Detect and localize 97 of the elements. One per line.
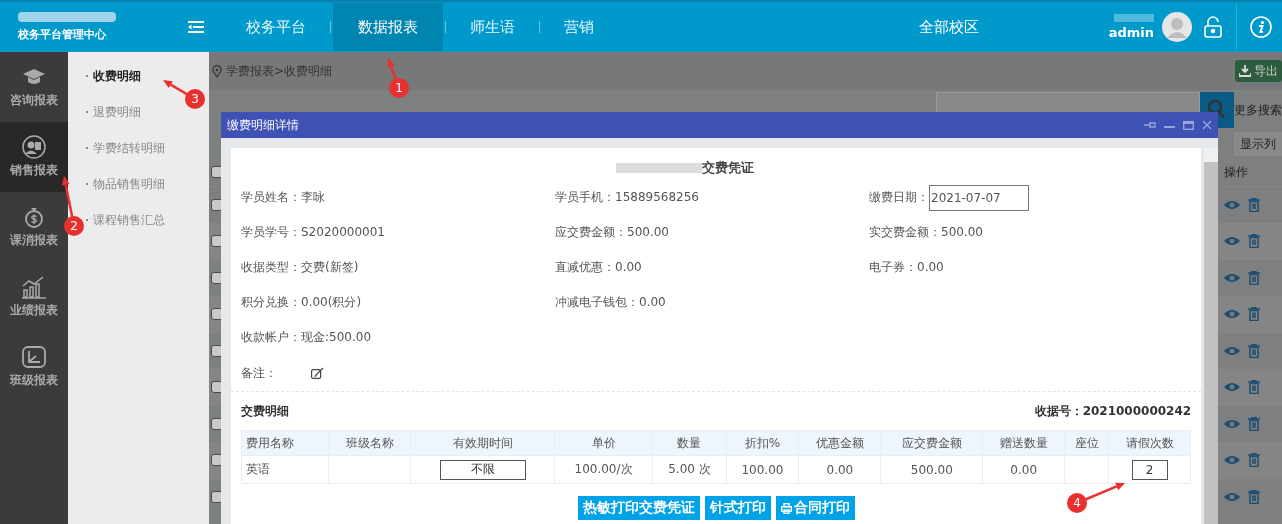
trash-icon [1248, 197, 1260, 212]
campus-selector[interactable]: 全部校区 [918, 17, 979, 37]
show-columns-button[interactable]: 显示列 [1234, 132, 1282, 156]
avatar-icon [1162, 12, 1192, 42]
eye-icon [1224, 382, 1240, 393]
eye-icon [1224, 345, 1240, 356]
location-pin-icon [212, 64, 222, 78]
column-header: 操作 [1224, 163, 1249, 181]
lock-icon [1204, 16, 1222, 38]
column-header: 赠送数量 [982, 430, 1065, 456]
print-button[interactable]: 合同打印 [775, 496, 855, 520]
nav-tab[interactable]: 师生语 [448, 3, 537, 51]
nav-tab[interactable]: 营销 [542, 3, 616, 51]
table-cell: 0.00 [982, 455, 1065, 484]
submenu-item[interactable]: 退费明细 [93, 103, 141, 121]
field-text: 学员姓名：李咏 [241, 189, 325, 206]
field-text: 收款帐户：现金:500.00 [241, 329, 372, 346]
field-text: 冲减电子钱包：0.00 [555, 294, 666, 311]
menu-icon [188, 21, 204, 33]
download-icon [1239, 65, 1251, 77]
field-text: 实交费金额：500.00 [869, 224, 983, 241]
blurred-text [1114, 14, 1154, 22]
user-name: admin [1108, 25, 1154, 40]
field-text: 直减优惠：0.00 [555, 259, 642, 276]
printer-icon [780, 502, 792, 514]
table-input[interactable]: 不限 [439, 459, 526, 480]
voucher-title: 交费凭证 [702, 159, 755, 177]
receipt-number: 2021000000242 [1082, 403, 1192, 418]
column-header: 有效期时间 [410, 430, 555, 456]
print-button[interactable]: 热敏打印交费凭证 [577, 496, 700, 520]
eye-icon [1224, 491, 1240, 502]
field-text: 学员学号：S2020000001 [241, 224, 385, 241]
trash-icon [1248, 270, 1260, 285]
column-header: 座位 [1064, 430, 1109, 456]
export-button[interactable]: 导出 [1235, 60, 1282, 82]
edit-icon [311, 367, 324, 379]
column-header: 应交费金额 [881, 430, 983, 456]
trash-icon [1248, 416, 1260, 431]
date-field[interactable]: 2021-07-07 [929, 184, 1029, 211]
table-cell: 0.00 [798, 455, 881, 484]
sidebar-item[interactable]: 班级报表 [0, 332, 68, 402]
table-cell: 500.00 [881, 455, 983, 484]
scrollbar[interactable] [1204, 148, 1218, 524]
eye-icon [1224, 455, 1240, 466]
bar-chart-icon [21, 275, 47, 299]
trash-icon [1248, 307, 1260, 322]
field-label: 缴费日期： [869, 189, 929, 206]
column-header: 请假次数 [1108, 430, 1191, 456]
trash-icon [1248, 234, 1260, 249]
field-label: 备注： [241, 364, 277, 382]
trash-icon [1248, 453, 1260, 468]
table-cell: 100.00/次 [554, 455, 653, 484]
column-header: 费用名称 [241, 430, 329, 456]
field-text: 学员手机：15889568256 [555, 189, 699, 206]
close-icon [1202, 120, 1212, 130]
field-text: 电子券：0.00 [869, 259, 944, 276]
graph-axes-icon [21, 345, 47, 369]
receipt-label: 收据号： [1034, 403, 1083, 418]
eye-icon [1224, 199, 1240, 210]
dialog-title: 缴费明细详情 [227, 116, 299, 134]
table-input[interactable]: 2 [1131, 459, 1168, 480]
maximize-icon [1183, 120, 1194, 130]
nav-tab[interactable]: 数据报表 [333, 3, 443, 51]
eye-icon [1224, 236, 1240, 247]
print-button[interactable]: 针式打印 [704, 496, 771, 520]
breadcrumb: 学费报表>收费明细 [226, 62, 333, 80]
trash-icon [1248, 489, 1260, 504]
table-cell: 5.00 次 [652, 455, 727, 484]
eye-icon [1224, 272, 1240, 283]
column-header: 单价 [554, 430, 653, 456]
info-icon [1250, 16, 1272, 38]
table-cell: 英语 [241, 455, 329, 484]
nav-tab[interactable]: 校务平台 [224, 3, 328, 51]
sidebar-item[interactable]: 业绩报表 [0, 262, 68, 332]
column-header: 班级名称 [328, 430, 411, 456]
app-subtitle: 校务平台管理中心 [18, 27, 107, 42]
eye-icon [1224, 309, 1240, 320]
trash-icon [1248, 343, 1260, 358]
column-header: 折扣% [726, 430, 799, 456]
sidebar-item[interactable]: 咨询报表 [0, 52, 68, 122]
sidebar-item[interactable]: 销售报表 [0, 122, 68, 192]
person-document-icon [21, 135, 47, 159]
eye-icon [1224, 418, 1240, 429]
submenu-item[interactable]: 学费结转明细 [93, 139, 165, 157]
submenu-item[interactable]: 收费明细 [93, 67, 141, 85]
column-header: 优惠金额 [798, 430, 881, 456]
pin-icon [1144, 121, 1156, 129]
column-header: 数量 [652, 430, 727, 456]
submenu-item[interactable]: 课程销售汇总 [93, 211, 165, 229]
field-text: 收据类型：交费(新签) [241, 259, 359, 276]
table-cell: 100.00 [726, 455, 799, 484]
submenu-item[interactable]: 物品销售明细 [93, 175, 165, 193]
trash-icon [1248, 380, 1260, 395]
more-search-link[interactable]: 更多搜索 [1234, 101, 1282, 119]
field-text: 应交费金额：500.00 [555, 224, 669, 241]
section-title: 交费明细 [241, 402, 289, 420]
field-text: 积分兑换：0.00(积分) [241, 294, 362, 311]
